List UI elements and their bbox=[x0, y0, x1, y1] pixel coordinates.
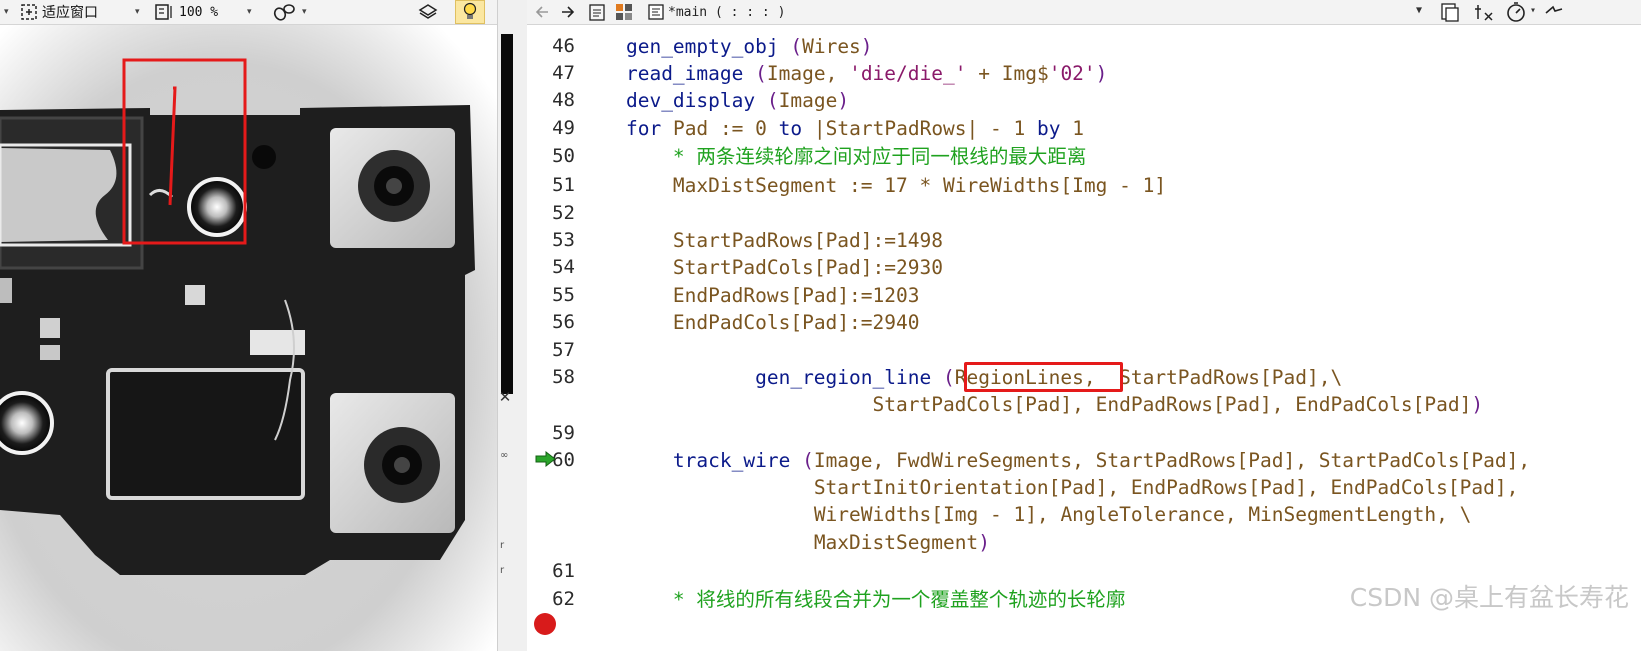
line-number: 61 bbox=[552, 560, 575, 582]
clipboard-icon[interactable] bbox=[587, 2, 607, 22]
brush-button[interactable]: ▾ bbox=[272, 2, 307, 22]
code-line[interactable]: gen_region_line (RegionLines, StartPadRo… bbox=[579, 366, 1342, 390]
line-number: 52 bbox=[552, 202, 575, 224]
fit-window-label: 适应窗口 bbox=[42, 5, 98, 21]
pane-divider[interactable]: ✕ ∞ r r bbox=[497, 0, 529, 651]
code-line[interactable]: StartInitOrientation[Pad], EndPadRows[Pa… bbox=[579, 476, 1519, 500]
copy-icon[interactable] bbox=[1439, 1, 1461, 23]
highlight-box bbox=[964, 362, 1123, 392]
line-number: 62 bbox=[552, 588, 575, 610]
code-line[interactable]: for Pad := 0 to |StartPadRows| - 1 by 1 bbox=[579, 117, 1084, 141]
line-number: 53 bbox=[552, 229, 575, 251]
line-number: 49 bbox=[552, 117, 575, 139]
current-line-arrow-icon bbox=[535, 451, 556, 467]
chevron-down-icon[interactable]: ▼ bbox=[1416, 5, 1422, 16]
clear-icon[interactable] bbox=[1473, 1, 1495, 23]
image-canvas[interactable] bbox=[0, 25, 497, 651]
fit-window-dropdown[interactable]: ▾ bbox=[135, 2, 140, 22]
marker-icon: r bbox=[500, 540, 505, 551]
dropdown-arrow-icon[interactable]: ▾ bbox=[4, 2, 9, 22]
code-line[interactable]: * 将线的所有线段合并为一个覆盖整个轨迹的长轮廓 bbox=[579, 588, 1126, 612]
code-line[interactable]: StartPadCols[Pad]:=2930 bbox=[579, 256, 943, 280]
brush-icon bbox=[273, 4, 295, 21]
grid-icon[interactable] bbox=[614, 2, 634, 22]
code-line[interactable]: * 两条连续轮廓之间对应于同一根线的最大距离 bbox=[579, 145, 1087, 169]
line-number: 55 bbox=[552, 284, 575, 306]
line-number: 46 bbox=[552, 35, 575, 57]
back-arrow-icon[interactable] bbox=[533, 3, 551, 21]
image-toolbar: ▾ 适应窗口 ▾ 100 % ▾ ▾ bbox=[0, 0, 497, 25]
lightbulb-icon bbox=[463, 2, 477, 19]
hint-button[interactable] bbox=[455, 0, 485, 24]
timer-icon[interactable] bbox=[1505, 1, 1527, 23]
line-number: 50 bbox=[552, 145, 575, 167]
marker-icon: ∞ bbox=[500, 450, 509, 461]
code-line[interactable]: StartPadRows[Pad]:=1498 bbox=[579, 229, 943, 253]
chevron-down-icon[interactable]: ▾ bbox=[1530, 5, 1536, 16]
fit-window-button[interactable]: 适应窗口 bbox=[20, 2, 98, 22]
line-number: 57 bbox=[552, 339, 575, 361]
zoom-icon bbox=[155, 4, 172, 20]
code-line[interactable]: gen_empty_obj (Wires) bbox=[579, 35, 873, 59]
chevron-down-icon: ▾ bbox=[247, 7, 252, 17]
code-line[interactable]: EndPadRows[Pad]:=1203 bbox=[579, 284, 920, 308]
line-number: 48 bbox=[552, 89, 575, 111]
close-icon[interactable]: ✕ bbox=[498, 388, 512, 406]
scrollbar-strip bbox=[501, 34, 513, 394]
editor-title: *main ( : : : ) bbox=[668, 4, 786, 20]
code-line[interactable]: read_image (Image, 'die/die_' + Img$'02'… bbox=[579, 62, 1107, 86]
fit-window-icon bbox=[21, 4, 37, 20]
layers-icon bbox=[418, 4, 438, 19]
chevron-down-icon: ▾ bbox=[135, 7, 140, 17]
code-editor-pane: *main ( : : : ) ▼ ▾ 46 gen_empty_obj (Wi… bbox=[527, 0, 1641, 651]
zoom-select[interactable]: 100 % bbox=[155, 2, 218, 22]
die-image bbox=[0, 25, 497, 651]
code-line[interactable]: dev_display (Image) bbox=[579, 89, 849, 113]
procedure-icon bbox=[648, 4, 664, 20]
image-view-pane: ▾ 适应窗口 ▾ 100 % ▾ ▾ bbox=[0, 0, 497, 651]
line-number: 54 bbox=[552, 256, 575, 278]
line-number: 56 bbox=[552, 311, 575, 333]
line-number: 59 bbox=[552, 422, 575, 444]
code-line[interactable]: StartPadCols[Pad], EndPadRows[Pad], EndP… bbox=[579, 393, 1484, 417]
chevron-down-icon: ▾ bbox=[302, 7, 307, 17]
extra-icon[interactable] bbox=[1543, 3, 1565, 21]
line-number: 58 bbox=[552, 366, 575, 388]
editor-toolbar: *main ( : : : ) ▼ ▾ bbox=[527, 0, 1641, 25]
code-line[interactable]: MaxDistSegment) bbox=[579, 531, 990, 555]
breakpoint-icon[interactable] bbox=[533, 612, 557, 636]
code-line[interactable]: WireWidths[Img - 1], AngleTolerance, Min… bbox=[579, 503, 1472, 527]
layers-button[interactable] bbox=[418, 2, 438, 22]
marker-icon: r bbox=[500, 565, 505, 576]
code-line[interactable]: EndPadCols[Pad]:=2940 bbox=[579, 311, 920, 335]
procedure-selector[interactable]: *main ( : : : ) bbox=[647, 1, 947, 23]
code-line[interactable]: MaxDistSegment := 17 * WireWidths[Img - … bbox=[579, 174, 1166, 198]
line-number: 47 bbox=[552, 62, 575, 84]
code-line[interactable]: track_wire (Image, FwdWireSegments, Star… bbox=[579, 449, 1530, 473]
zoom-value: 100 % bbox=[179, 4, 219, 20]
watermark: CSDN @桌上有盆长寿花 bbox=[1349, 583, 1629, 612]
line-number: 51 bbox=[552, 174, 575, 196]
zoom-dropdown[interactable]: ▾ bbox=[247, 2, 252, 22]
forward-arrow-icon[interactable] bbox=[559, 3, 577, 21]
